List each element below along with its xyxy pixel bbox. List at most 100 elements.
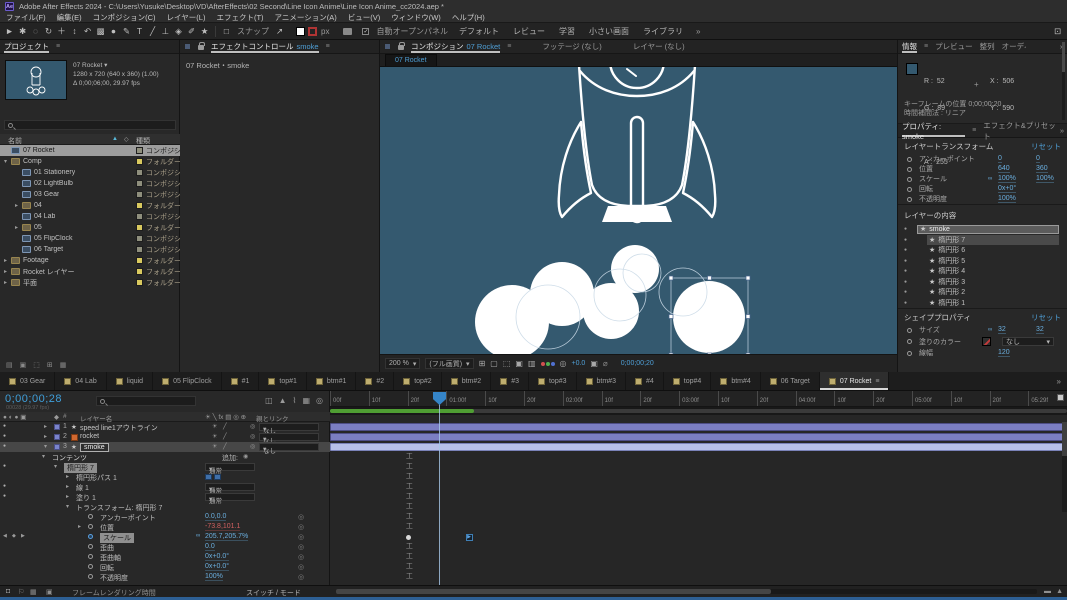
frame-blending-icon[interactable]: ▦ — [302, 396, 310, 405]
label-color-chip[interactable] — [54, 444, 60, 450]
stopwatch-icon[interactable] — [88, 514, 93, 519]
show-channel-icon[interactable] — [541, 362, 555, 366]
previous-keyframe-icon[interactable]: ◀ — [3, 533, 7, 539]
label-color-chip[interactable] — [136, 257, 143, 264]
panel-menu-icon[interactable]: ≡ — [56, 43, 60, 50]
work-area-strip[interactable] — [330, 407, 1067, 415]
project-row[interactable]: Rocket レイヤー フォルダー ∵ — [0, 266, 180, 277]
twirl-icon[interactable] — [15, 202, 22, 209]
graph-editor-icon[interactable]: ◎ — [298, 543, 304, 551]
timeline-tab[interactable]: top#2 ≡ — [394, 372, 442, 390]
rotation-row[interactable]: 回転 0x+0.0° ◎ — [0, 562, 330, 572]
timeline-tab[interactable]: top#3 ≡ — [529, 372, 577, 390]
label-column-icon[interactable]: ◇ — [124, 136, 129, 143]
pen-tool-icon[interactable]: ✎ — [120, 23, 133, 40]
size-x-value[interactable]: 32 — [998, 326, 1006, 334]
visibility-icon[interactable]: ● — [3, 433, 6, 439]
layer-row-3-selected[interactable]: ● ▾ 3 ★ smoke ☀ ╱ ◎ なし▾ — [0, 442, 330, 452]
snap-checkbox-icon[interactable]: □ — [220, 23, 233, 40]
timeline-tab[interactable]: top#1 ≡ — [259, 372, 307, 390]
timeline-tab[interactable]: btm#4 ≡ — [711, 372, 760, 390]
lock-icon[interactable] — [198, 45, 204, 50]
tab-audio[interactable]: オーディオ — [1002, 40, 1026, 53]
layer-name-editing[interactable]: smoke — [80, 443, 109, 452]
auto-open-label[interactable]: 自動オープンパネル — [376, 26, 448, 37]
clone-stamp-tool-icon[interactable]: ⊥ — [159, 23, 172, 40]
ellipse-path-row[interactable]: ▸ 楕円形パス 1 — [0, 472, 330, 482]
layer-bar-row[interactable] — [330, 442, 1067, 452]
timeline-tab[interactable]: liquid ≡ — [107, 372, 153, 390]
label-color-chip[interactable] — [136, 224, 143, 231]
expand-transfer-controls-icon[interactable]: ◘ — [6, 588, 10, 595]
new-composition-icon[interactable]: ▦ — [60, 361, 67, 369]
skew-value[interactable]: 0.0 — [205, 543, 215, 551]
property-row-rotation[interactable]: 回転 0x+0° — [898, 184, 1067, 194]
guides-icon[interactable]: ▥ — [528, 359, 536, 368]
twirl-icon[interactable] — [15, 224, 22, 231]
menu-item[interactable]: ビュー(V) — [348, 12, 381, 23]
project-row[interactable]: 05 FlipClock コンポジション ∵ — [0, 233, 180, 244]
layer-duration-bar-selected[interactable] — [330, 443, 1066, 451]
twirl-icon[interactable] — [4, 279, 11, 286]
anchor-point-row[interactable]: アンカーポイント 0.0,0.0 ◎ — [0, 512, 330, 522]
menu-item[interactable]: レイヤー(L) — [167, 12, 206, 23]
size-y-value[interactable]: 32 — [1036, 326, 1044, 334]
visibility-icon[interactable]: ● — [904, 247, 917, 253]
graph-editor-icon[interactable]: ◎ — [298, 563, 304, 571]
panel-menu-icon[interactable]: ≡ — [972, 127, 976, 134]
zoom-tool-icon[interactable]: ◌ — [29, 23, 42, 40]
shape-tool-icon[interactable]: ● — [107, 23, 120, 40]
stopwatch-icon[interactable] — [88, 574, 93, 579]
stopwatch-icon[interactable] — [907, 167, 912, 172]
twirl-icon[interactable]: ▾ — [44, 443, 47, 450]
shape-row-stroke-width[interactable]: 線幅 120 — [898, 348, 1067, 358]
shape-group-row[interactable]: ● ★ 楕円形 1 — [898, 298, 1059, 309]
property-row-opacity[interactable]: 不透明度 100% — [898, 194, 1067, 204]
project-row[interactable]: 07 Rocket コンポジション ∵ — [0, 145, 180, 156]
snap-options-icon[interactable]: ↗ — [273, 23, 286, 40]
shape-group-row[interactable]: ● ★ 楕円形 3 — [898, 277, 1059, 288]
eraser-tool-icon[interactable]: ◈ — [172, 23, 185, 40]
label-color-chip[interactable] — [136, 279, 143, 286]
pick-whip-icon[interactable]: ◎ — [250, 433, 255, 440]
workspace-button[interactable]: レビュー — [513, 26, 545, 37]
camera-icon[interactable]: ▣ — [46, 588, 53, 596]
opacity-value[interactable]: 100% — [998, 195, 1016, 203]
brush-tool-icon[interactable]: ╱ — [146, 23, 159, 40]
shape-row-size[interactable]: サイズ ∞ 32 32 — [898, 325, 1067, 335]
workspace-button[interactable]: ライブラリ — [643, 26, 683, 37]
stopwatch-icon[interactable] — [907, 197, 912, 202]
timeline-track-area[interactable]: 00f10f20f01:00f10f20f02:00f10f20f03:00f1… — [330, 391, 1067, 585]
switches-header[interactable]: ☀ ╲ fx ▤ ◎ ⊕ — [205, 413, 246, 421]
graph-editor-icon[interactable]: ◎ — [298, 533, 304, 541]
visibility-icon[interactable]: ● — [904, 226, 917, 232]
timeline-horizontal-scrollbar[interactable] — [336, 589, 1037, 594]
layer-row-2[interactable]: ● ▸ 2 rocket ☀ ╱ ◎ なし▾ — [0, 432, 330, 442]
menu-item[interactable]: ウィンドウ(W) — [391, 12, 441, 23]
stopwatch-icon[interactable] — [88, 524, 93, 529]
property-row-anchor[interactable]: アンカーポイント 0 0 — [898, 154, 1067, 164]
puppet-pin-tool-icon[interactable]: ★ — [198, 23, 211, 40]
visibility-icon[interactable]: ● — [904, 279, 917, 285]
stopwatch-icon[interactable] — [88, 564, 93, 569]
label-color-chip[interactable] — [136, 147, 143, 154]
property-row-position[interactable]: 位置 640 360 — [898, 164, 1067, 174]
menu-item[interactable]: アニメーション(A) — [275, 12, 337, 23]
timeline-tab[interactable]: 05 FlipClock ≡ — [153, 372, 222, 390]
expand-in-out-icon[interactable]: ▦ — [30, 588, 37, 596]
toggle-mask-icon[interactable]: ▢ — [490, 359, 498, 368]
stopwatch-icon[interactable] — [907, 187, 912, 192]
tab-effect-controls[interactable]: エフェクトコントロールsmoke — [211, 40, 319, 53]
interpret-footage-icon[interactable]: ▤ — [6, 361, 13, 369]
skew-axis-row[interactable]: 歪曲軸 0x+0.0° ◎ — [0, 552, 330, 562]
twirl-icon[interactable]: ▾ — [42, 453, 45, 460]
stopwatch-icon[interactable] — [907, 157, 912, 162]
project-row[interactable]: 05 フォルダー ∵ — [0, 222, 180, 233]
link-icon[interactable]: ∞ — [988, 176, 992, 182]
path-mask-icon[interactable] — [214, 474, 221, 480]
opacity-row[interactable]: 不透明度 100% ◎ — [0, 572, 330, 582]
rotation-value[interactable]: 0x+0.0° — [205, 563, 229, 571]
expand-layer-switches-icon[interactable]: ⚐ — [18, 588, 24, 596]
visibility-icon[interactable]: ● — [904, 237, 917, 243]
layer-switches[interactable]: ☀ ╱ — [212, 433, 229, 440]
